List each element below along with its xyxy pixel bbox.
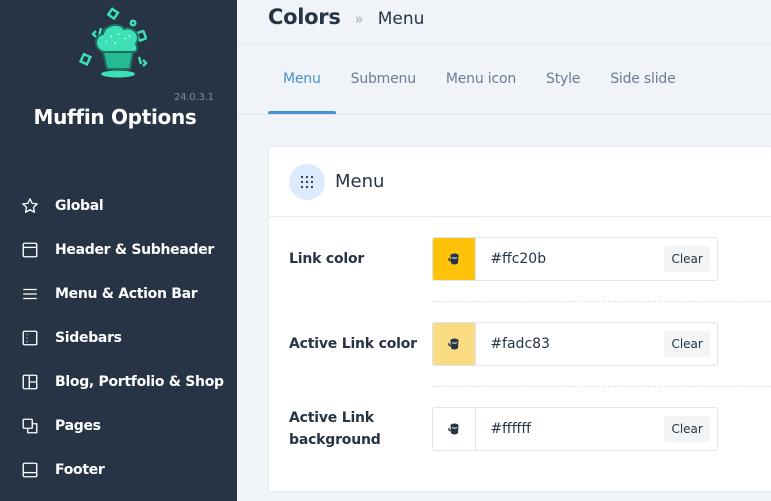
sidebar-item-pages[interactable]: Pages (0, 404, 237, 448)
menu-colors-card: Menu Link color Clear Active Link color … (268, 146, 771, 492)
field-label-line: Active Link (289, 410, 374, 426)
breadcrumb-separator: » (354, 10, 364, 28)
grid-dots-icon (289, 163, 325, 200)
sidebar-item-menu-action-bar[interactable]: Menu & Action Bar (0, 272, 237, 316)
sidebar-item-footer[interactable]: Footer (0, 448, 237, 492)
tab-side-slide[interactable]: Side slide (595, 44, 690, 114)
layout-grid-icon (20, 372, 40, 392)
field-label: Active Link background (289, 407, 381, 451)
hamburger-menu-icon (20, 284, 40, 304)
tab-bar: Menu Submenu Menu icon Style Side slide (268, 44, 691, 114)
color-hex-input[interactable] (476, 323, 665, 365)
color-hex-input[interactable] (476, 238, 665, 280)
color-picker: Clear (432, 407, 718, 451)
breadcrumb: Colors » Menu (268, 5, 424, 29)
sidebar-item-label: Footer (55, 462, 105, 478)
sidebar-nav: Global Header & Subheader Menu & Action … (0, 184, 237, 492)
card-title: Menu (335, 171, 385, 192)
paint-bucket-icon (447, 253, 459, 265)
field-row-active-link-background: Active Link background Clear (269, 387, 771, 472)
tabs-divider (237, 114, 771, 115)
browser-window-icon (20, 240, 40, 260)
color-swatch[interactable] (433, 323, 477, 365)
sidebar-item-label: Global (55, 198, 104, 214)
field-row-active-link-color: Active Link color Clear (269, 302, 771, 387)
tab-menu[interactable]: Menu (268, 44, 336, 114)
sidebar-panel-icon (20, 328, 40, 348)
sidebar: 24.0.3.1 Muffin Options Global Header & … (0, 0, 237, 501)
footer-layout-icon (20, 460, 40, 480)
tab-menu-icon[interactable]: Menu icon (431, 44, 531, 114)
sidebar-item-label: Menu & Action Bar (55, 286, 198, 302)
sidebar-item-label: Sidebars (55, 330, 122, 346)
color-picker: Clear (432, 322, 718, 366)
star-icon (20, 196, 40, 216)
sidebar-item-label: Blog, Portfolio & Shop (55, 374, 224, 390)
color-picker: Clear (432, 237, 718, 281)
clear-button[interactable]: Clear (664, 246, 710, 272)
sidebar-item-blog-portfolio-shop[interactable]: Blog, Portfolio & Shop (0, 360, 237, 404)
tab-style[interactable]: Style (531, 44, 595, 114)
sidebar-item-label: Header & Subheader (55, 242, 215, 258)
color-swatch[interactable] (433, 408, 477, 450)
sidebar-item-global[interactable]: Global (0, 184, 237, 228)
clear-button[interactable]: Clear (664, 416, 710, 442)
sidebar-item-sidebars[interactable]: Sidebars (0, 316, 237, 360)
field-row-link-color: Link color Clear (269, 217, 771, 302)
pages-copy-icon (20, 416, 40, 436)
main-content: Colors » Menu Menu Submenu Menu icon Sty… (237, 0, 771, 501)
color-hex-input[interactable] (476, 408, 665, 450)
color-swatch[interactable] (433, 238, 477, 280)
breadcrumb-root[interactable]: Colors (268, 5, 341, 29)
field-label: Active Link color (289, 336, 417, 352)
clear-button[interactable]: Clear (664, 331, 710, 357)
sidebar-item-label: Pages (55, 418, 101, 434)
tab-submenu[interactable]: Submenu (336, 44, 431, 114)
paint-bucket-icon (447, 423, 459, 435)
app-title: Muffin Options (33, 105, 197, 129)
field-label: Link color (289, 251, 365, 267)
breadcrumb-current: Menu (377, 9, 425, 29)
version-label: 24.0.3.1 (174, 92, 214, 103)
card-header: Menu (269, 147, 771, 217)
muffin-logo-icon (78, 7, 148, 78)
sidebar-item-header-subheader[interactable]: Header & Subheader (0, 228, 237, 272)
field-label-line: background (289, 432, 381, 448)
paint-bucket-icon (447, 338, 459, 350)
